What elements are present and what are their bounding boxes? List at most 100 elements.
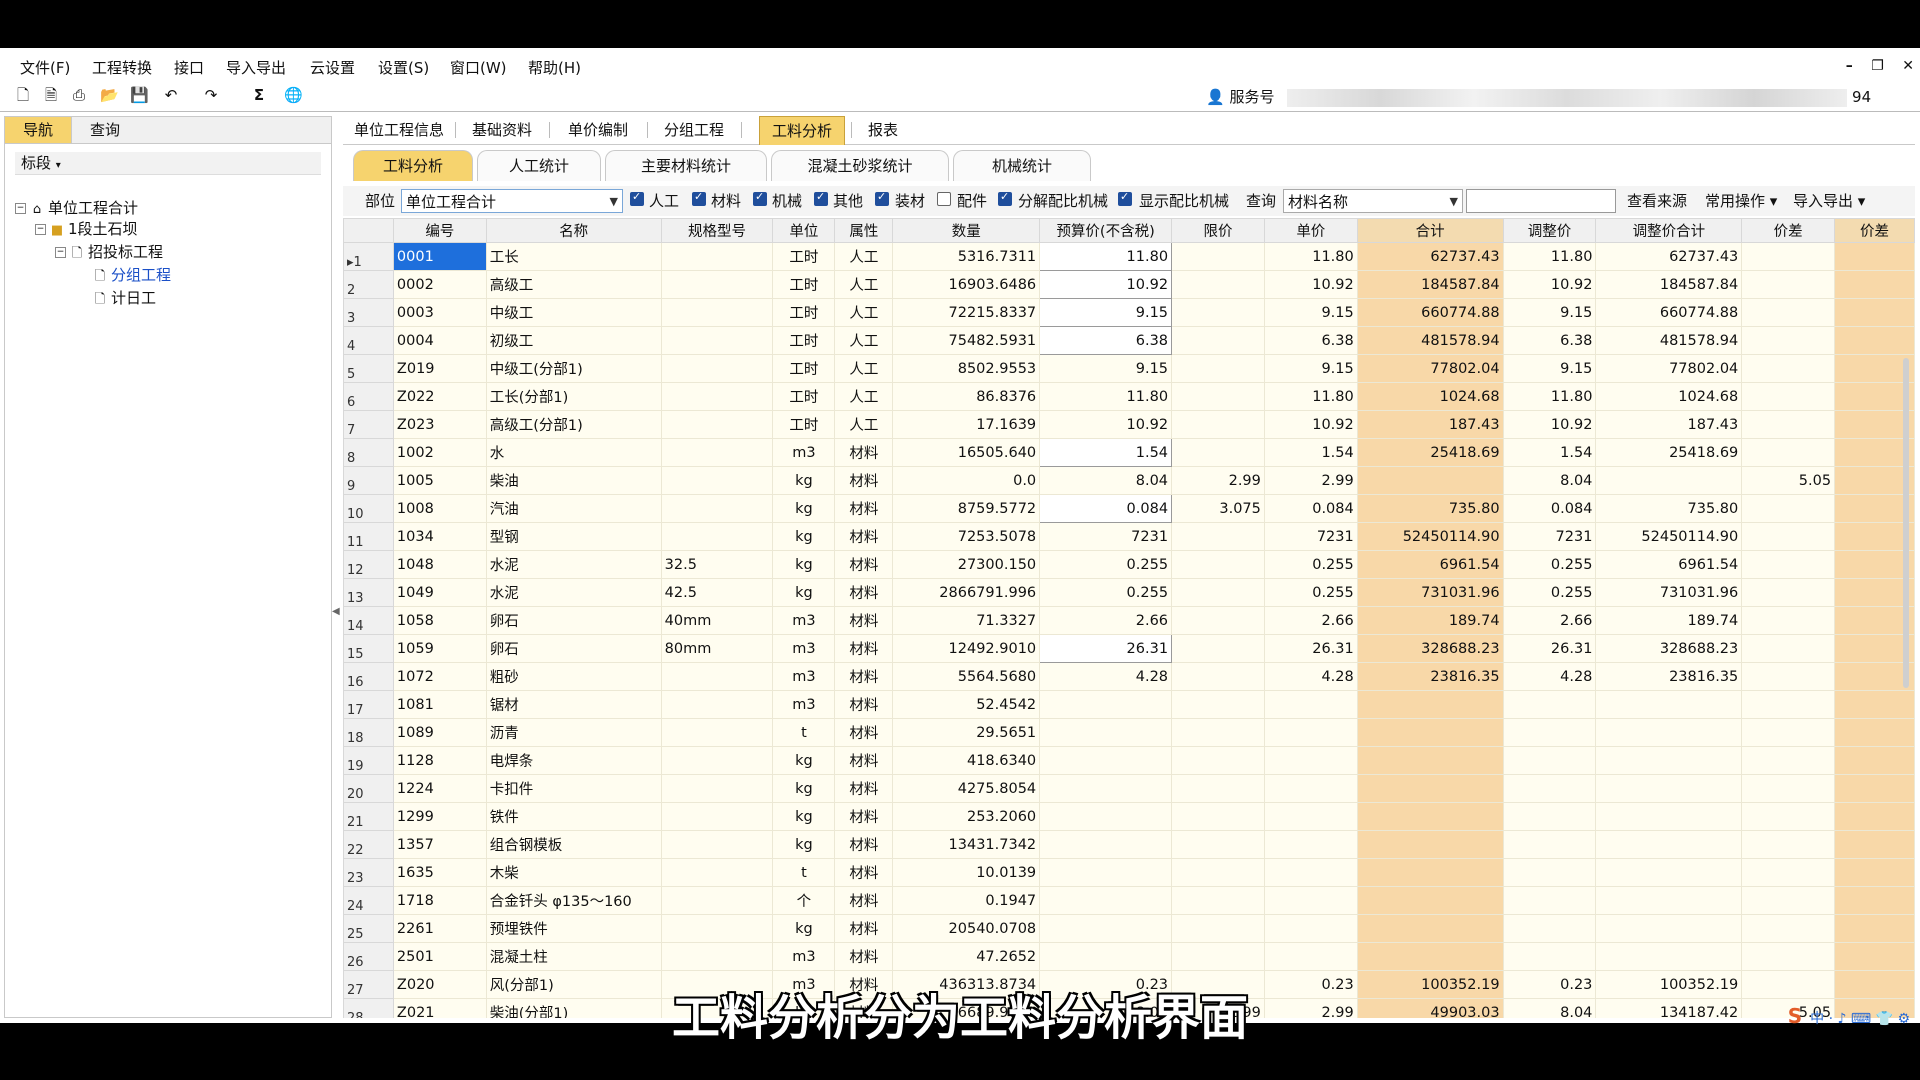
table-cell[interactable]: 材料 <box>834 634 894 663</box>
material-checkbox[interactable] <box>692 190 706 206</box>
table-cell[interactable]: 组合钢模板 <box>485 830 662 859</box>
table-cell[interactable]: 328688.23 <box>1356 634 1504 663</box>
subtab-machine-stats[interactable]: 机械统计 <box>953 150 1091 181</box>
table-cell[interactable]: 5564.5680 <box>892 662 1041 691</box>
table-cell[interactable]: 9.15 <box>1502 298 1597 327</box>
table-cell[interactable]: 6.38 <box>1502 326 1597 355</box>
table-cell[interactable]: 25418.69 <box>1356 438 1504 467</box>
close-icon[interactable]: ✕ <box>1902 58 1914 74</box>
table-cell[interactable]: 0.084 <box>1039 494 1173 523</box>
table-cell[interactable] <box>1171 690 1265 719</box>
table-cell[interactable] <box>1741 942 1836 971</box>
table-cell[interactable]: 10.92 <box>1039 410 1173 439</box>
table-cell[interactable] <box>1039 774 1173 803</box>
table-cell[interactable]: 卵石 <box>485 606 662 635</box>
table-cell[interactable]: 1058 <box>392 606 487 635</box>
table-cell[interactable]: kg <box>772 802 836 831</box>
table-cell[interactable] <box>1263 914 1358 943</box>
table-cell[interactable]: 11.80 <box>1263 382 1358 411</box>
column-header[interactable]: 价差 <box>1834 218 1915 243</box>
table-cell[interactable] <box>1171 438 1265 467</box>
table-cell[interactable]: 材料 <box>834 550 894 579</box>
table-cell[interactable] <box>1171 578 1265 607</box>
minimize-icon[interactable]: – <box>1846 58 1853 74</box>
table-cell[interactable] <box>1741 634 1836 663</box>
table-cell[interactable]: 0.1947 <box>892 886 1041 915</box>
column-header[interactable]: 单价 <box>1263 218 1358 243</box>
table-cell[interactable]: 材料 <box>834 886 894 915</box>
table-cell[interactable]: 62737.43 <box>1595 242 1743 271</box>
table-cell[interactable] <box>1171 634 1265 663</box>
table-cell[interactable] <box>660 354 774 383</box>
table-cell[interactable]: 5316.7311 <box>892 242 1041 271</box>
redo-icon[interactable]: ↷ <box>202 86 220 104</box>
table-row[interactable]: 19 1128 电焊条 kg 材料 418.6340 <box>343 746 1915 775</box>
table-cell[interactable]: 人工 <box>834 326 894 355</box>
table-cell[interactable] <box>1502 858 1597 887</box>
table-cell[interactable]: 77802.04 <box>1595 354 1743 383</box>
column-header[interactable]: 调整价合计 <box>1595 218 1743 243</box>
table-cell[interactable]: 材料 <box>834 662 894 691</box>
table-cell[interactable]: 86.8376 <box>892 382 1041 411</box>
column-header[interactable]: 价差 <box>1741 218 1836 243</box>
table-cell[interactable]: 木柴 <box>485 858 662 887</box>
table-row[interactable]: 4 0004 初级工 工时 人工 75482.5931 6.38 6.38 481578.94 6… <box>343 326 1915 355</box>
table-cell[interactable]: 人工 <box>834 298 894 327</box>
table-cell[interactable]: 47.2652 <box>892 942 1041 971</box>
table-cell[interactable] <box>1171 606 1265 635</box>
table-cell[interactable]: 0.084 <box>1263 494 1358 523</box>
menu-project-convert[interactable]: 工程转换 <box>92 56 152 80</box>
table-row[interactable]: 13 1049 水泥 42.5 kg 材料 2866791.996 0.255 0.255 731… <box>343 578 1915 607</box>
table-cell[interactable]: 材料 <box>834 606 894 635</box>
tab-basic-data[interactable]: 基础资料 <box>459 116 545 144</box>
table-cell[interactable] <box>660 830 774 859</box>
table-cell[interactable]: 工时 <box>772 270 836 299</box>
column-header[interactable]: 合计 <box>1356 218 1504 243</box>
menu-cloud-settings[interactable]: 云设置 <box>310 56 355 80</box>
table-cell[interactable]: 75482.5931 <box>892 326 1041 355</box>
table-cell[interactable]: 735.80 <box>1595 494 1743 523</box>
table-cell[interactable]: 柴油 <box>485 466 662 495</box>
table-cell[interactable]: 材料 <box>834 466 894 495</box>
table-cell[interactable]: 工长 <box>485 242 662 271</box>
table-cell[interactable]: 26.31 <box>1039 634 1173 663</box>
menu-settings[interactable]: 设置(S) <box>378 56 429 80</box>
table-cell[interactable] <box>1171 298 1265 327</box>
table-cell[interactable]: 材料 <box>834 858 894 887</box>
table-cell[interactable]: 189.74 <box>1595 606 1743 635</box>
table-cell[interactable] <box>1595 690 1743 719</box>
table-cell[interactable]: 锯材 <box>485 690 662 719</box>
table-cell[interactable] <box>1595 858 1743 887</box>
table-cell[interactable]: 材料 <box>834 914 894 943</box>
table-cell[interactable]: 1.54 <box>1263 438 1358 467</box>
table-cell[interactable]: m3 <box>772 438 836 467</box>
table-cell[interactable]: 8.04 <box>1039 466 1173 495</box>
column-header[interactable]: 限价 <box>1171 218 1265 243</box>
table-cell[interactable]: 中级工 <box>485 298 662 327</box>
table-cell[interactable]: 1.54 <box>1502 438 1597 467</box>
table-cell[interactable]: 0.255 <box>1039 550 1173 579</box>
table-cell[interactable]: 0.255 <box>1263 578 1358 607</box>
new-doc-icon[interactable]: 🗎 <box>42 86 60 104</box>
subtab-main-material-stats[interactable]: 主要材料统计 <box>605 150 767 181</box>
table-cell[interactable]: 1.54 <box>1039 438 1173 467</box>
table-cell[interactable] <box>1595 466 1743 495</box>
table-cell[interactable]: 1299 <box>392 802 487 831</box>
table-cell[interactable]: 材料 <box>834 690 894 719</box>
menu-interface[interactable]: 接口 <box>174 56 204 80</box>
view-source-button[interactable]: 查看来源 <box>1627 190 1687 212</box>
table-cell[interactable] <box>1741 718 1836 747</box>
table-cell[interactable] <box>1502 914 1597 943</box>
table-row[interactable]: 5 Z019 中级工(分部1) 工时 人工 8502.9553 9.15 9.15 77802.… <box>343 354 1915 383</box>
table-cell[interactable]: 水泥 <box>485 578 662 607</box>
table-cell[interactable] <box>1834 746 1915 775</box>
table-cell[interactable]: 卡扣件 <box>485 774 662 803</box>
table-cell[interactable] <box>1595 802 1743 831</box>
table-cell[interactable] <box>1171 746 1265 775</box>
table-cell[interactable]: 工时 <box>772 410 836 439</box>
table-cell[interactable]: 9.15 <box>1263 354 1358 383</box>
column-header[interactable]: 数量 <box>892 218 1041 243</box>
table-cell[interactable]: 材料 <box>834 522 894 551</box>
table-cell[interactable]: 731031.96 <box>1356 578 1504 607</box>
tree-node-dam[interactable]: − ■ 1段土石坝 <box>35 218 138 240</box>
